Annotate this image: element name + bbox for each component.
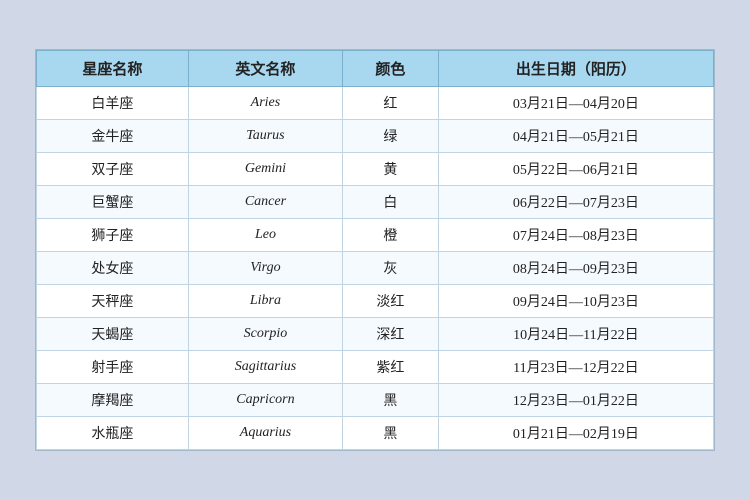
cell-english-name: Sagittarius xyxy=(188,351,342,384)
table-row: 射手座Sagittarius紫红11月23日—12月22日 xyxy=(37,351,714,384)
cell-chinese-name: 摩羯座 xyxy=(37,384,189,417)
table-row: 摩羯座Capricorn黑12月23日—01月22日 xyxy=(37,384,714,417)
cell-dates: 11月23日—12月22日 xyxy=(438,351,713,384)
table-row: 天秤座Libra淡红09月24日—10月23日 xyxy=(37,285,714,318)
cell-dates: 10月24日—11月22日 xyxy=(438,318,713,351)
table-row: 巨蟹座Cancer白06月22日—07月23日 xyxy=(37,186,714,219)
cell-chinese-name: 白羊座 xyxy=(37,87,189,120)
table-body: 白羊座Aries红03月21日—04月20日金牛座Taurus绿04月21日—0… xyxy=(37,87,714,450)
table-row: 处女座Virgo灰08月24日—09月23日 xyxy=(37,252,714,285)
cell-color: 白 xyxy=(343,186,439,219)
table-row: 狮子座Leo橙07月24日—08月23日 xyxy=(37,219,714,252)
cell-english-name: Scorpio xyxy=(188,318,342,351)
cell-dates: 04月21日—05月21日 xyxy=(438,120,713,153)
cell-english-name: Gemini xyxy=(188,153,342,186)
table-row: 水瓶座Aquarius黑01月21日—02月19日 xyxy=(37,417,714,450)
cell-english-name: Cancer xyxy=(188,186,342,219)
cell-chinese-name: 双子座 xyxy=(37,153,189,186)
header-chinese-name: 星座名称 xyxy=(37,51,189,87)
cell-color: 橙 xyxy=(343,219,439,252)
cell-chinese-name: 射手座 xyxy=(37,351,189,384)
cell-color: 深红 xyxy=(343,318,439,351)
cell-color: 黑 xyxy=(343,384,439,417)
cell-chinese-name: 巨蟹座 xyxy=(37,186,189,219)
table-row: 双子座Gemini黄05月22日—06月21日 xyxy=(37,153,714,186)
table-header-row: 星座名称 英文名称 颜色 出生日期（阳历） xyxy=(37,51,714,87)
cell-chinese-name: 处女座 xyxy=(37,252,189,285)
cell-color: 淡红 xyxy=(343,285,439,318)
cell-english-name: Libra xyxy=(188,285,342,318)
table-row: 金牛座Taurus绿04月21日—05月21日 xyxy=(37,120,714,153)
cell-english-name: Aquarius xyxy=(188,417,342,450)
cell-color: 绿 xyxy=(343,120,439,153)
cell-color: 黄 xyxy=(343,153,439,186)
cell-color: 黑 xyxy=(343,417,439,450)
cell-dates: 12月23日—01月22日 xyxy=(438,384,713,417)
cell-dates: 01月21日—02月19日 xyxy=(438,417,713,450)
header-color: 颜色 xyxy=(343,51,439,87)
cell-chinese-name: 水瓶座 xyxy=(37,417,189,450)
header-english-name: 英文名称 xyxy=(188,51,342,87)
cell-color: 灰 xyxy=(343,252,439,285)
cell-dates: 08月24日—09月23日 xyxy=(438,252,713,285)
cell-english-name: Aries xyxy=(188,87,342,120)
cell-english-name: Leo xyxy=(188,219,342,252)
cell-dates: 03月21日—04月20日 xyxy=(438,87,713,120)
cell-dates: 09月24日—10月23日 xyxy=(438,285,713,318)
cell-english-name: Virgo xyxy=(188,252,342,285)
cell-chinese-name: 天蝎座 xyxy=(37,318,189,351)
cell-dates: 05月22日—06月21日 xyxy=(438,153,713,186)
header-dates: 出生日期（阳历） xyxy=(438,51,713,87)
cell-english-name: Taurus xyxy=(188,120,342,153)
cell-color: 紫红 xyxy=(343,351,439,384)
cell-dates: 06月22日—07月23日 xyxy=(438,186,713,219)
cell-chinese-name: 金牛座 xyxy=(37,120,189,153)
table-row: 天蝎座Scorpio深红10月24日—11月22日 xyxy=(37,318,714,351)
table-row: 白羊座Aries红03月21日—04月20日 xyxy=(37,87,714,120)
cell-color: 红 xyxy=(343,87,439,120)
cell-chinese-name: 天秤座 xyxy=(37,285,189,318)
cell-chinese-name: 狮子座 xyxy=(37,219,189,252)
zodiac-table: 星座名称 英文名称 颜色 出生日期（阳历） 白羊座Aries红03月21日—04… xyxy=(36,50,714,450)
cell-dates: 07月24日—08月23日 xyxy=(438,219,713,252)
cell-english-name: Capricorn xyxy=(188,384,342,417)
zodiac-table-container: 星座名称 英文名称 颜色 出生日期（阳历） 白羊座Aries红03月21日—04… xyxy=(35,49,715,451)
